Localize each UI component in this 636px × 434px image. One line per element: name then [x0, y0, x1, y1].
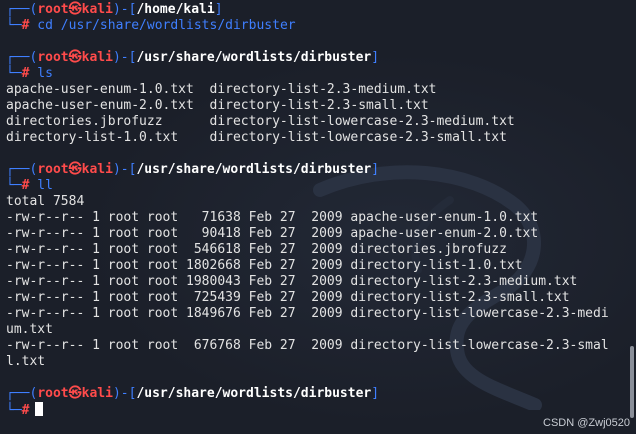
output-line: -rw-r--r-- 1 root root 725439 Feb 27 200… [6, 290, 570, 305]
output-line: um.txt [6, 322, 53, 337]
prompt-corner: ┌──( [6, 162, 38, 177]
prompt-corner-bottom: └─ [6, 403, 22, 418]
prompt-sep: )-[ [112, 2, 137, 17]
prompt-user: root [37, 386, 69, 401]
terminal-scrollbar[interactable] [630, 346, 634, 418]
prompt-host: kali [81, 162, 113, 177]
prompt-corner: ┌──( [6, 386, 38, 401]
prompt-host: kali [81, 50, 113, 65]
command-text: ll [29, 178, 53, 193]
prompt-path: /usr/share/wordlists/dirbuster [136, 162, 372, 177]
prompt-hash: # [21, 403, 30, 418]
prompt-corner: ┌──( [6, 50, 38, 65]
output-line: -rw-r--r-- 1 root root 546618 Feb 27 200… [6, 242, 507, 257]
prompt-close: ] [371, 386, 380, 401]
prompt-path: /usr/share/wordlists/dirbuster [136, 386, 372, 401]
prompt-sep: )-[ [112, 386, 137, 401]
command-text: cd /usr/share/wordlists/dirbuster [29, 18, 296, 33]
prompt-user: root [37, 162, 69, 177]
skull-icon: ㉿ [68, 50, 82, 65]
output-line: -rw-r--r-- 1 root root 1802668 Feb 27 20… [6, 258, 523, 273]
prompt-line: ┌──(root㉿kali)-[/home/kali] [6, 2, 223, 18]
prompt-path: /home/kali [136, 2, 215, 17]
prompt-corner: ┌──( [6, 2, 38, 17]
output-line: total 7584 [6, 194, 85, 209]
command-text: ls [29, 66, 53, 81]
prompt-host: kali [81, 2, 113, 17]
skull-icon: ㉿ [68, 386, 82, 401]
prompt-user: root [37, 50, 69, 65]
prompt-close: ] [214, 2, 223, 17]
command-line: └─# ll [6, 178, 53, 194]
terminal-window[interactable]: ┌──(root㉿kali)-[/home/kali] └─# cd /usr/s… [0, 0, 636, 434]
command-line: └─# cd /usr/share/wordlists/dirbuster [6, 18, 296, 34]
prompt-path: /usr/share/wordlists/dirbuster [136, 50, 372, 65]
prompt-corner-bottom: └─ [6, 18, 22, 33]
output-line: -rw-r--r-- 1 root root 71638 Feb 27 2009… [6, 210, 539, 225]
prompt-sep: )-[ [112, 162, 137, 177]
output-line: apache-user-enum-1.0.txt directory-list-… [6, 82, 437, 97]
skull-icon: ㉿ [68, 162, 82, 177]
output-line: apache-user-enum-2.0.txt directory-list-… [6, 98, 429, 113]
prompt-sep: )-[ [112, 50, 137, 65]
prompt-corner-bottom: └─ [6, 178, 22, 193]
command-line: └─# [6, 402, 44, 418]
cursor [35, 402, 44, 416]
command-line: └─# ls [6, 66, 53, 82]
output-line: directories.jbrofuzz directory-list-lowe… [6, 114, 515, 129]
csdn-watermark: CSDN @Zwj0520 [543, 417, 630, 429]
prompt-line: ┌──(root㉿kali)-[/usr/share/wordlists/dir… [6, 50, 379, 66]
output-line: -rw-r--r-- 1 root root 90418 Feb 27 2009… [6, 226, 539, 241]
prompt-close: ] [371, 162, 380, 177]
prompt-line: ┌──(root㉿kali)-[/usr/share/wordlists/dir… [6, 162, 379, 178]
output-line: -rw-r--r-- 1 root root 1980043 Feb 27 20… [6, 274, 578, 289]
prompt-close: ] [371, 50, 380, 65]
prompt-line: ┌──(root㉿kali)-[/usr/share/wordlists/dir… [6, 386, 379, 402]
output-line: l.txt [6, 354, 46, 369]
output-line: -rw-r--r-- 1 root root 676768 Feb 27 200… [6, 338, 609, 353]
prompt-host: kali [81, 386, 113, 401]
output-line: directory-list-1.0.txt directory-list-lo… [6, 130, 507, 145]
skull-icon: ㉿ [68, 2, 82, 17]
prompt-user: root [37, 2, 69, 17]
prompt-corner-bottom: └─ [6, 66, 22, 81]
output-line: -rw-r--r-- 1 root root 1849676 Feb 27 20… [6, 306, 609, 321]
